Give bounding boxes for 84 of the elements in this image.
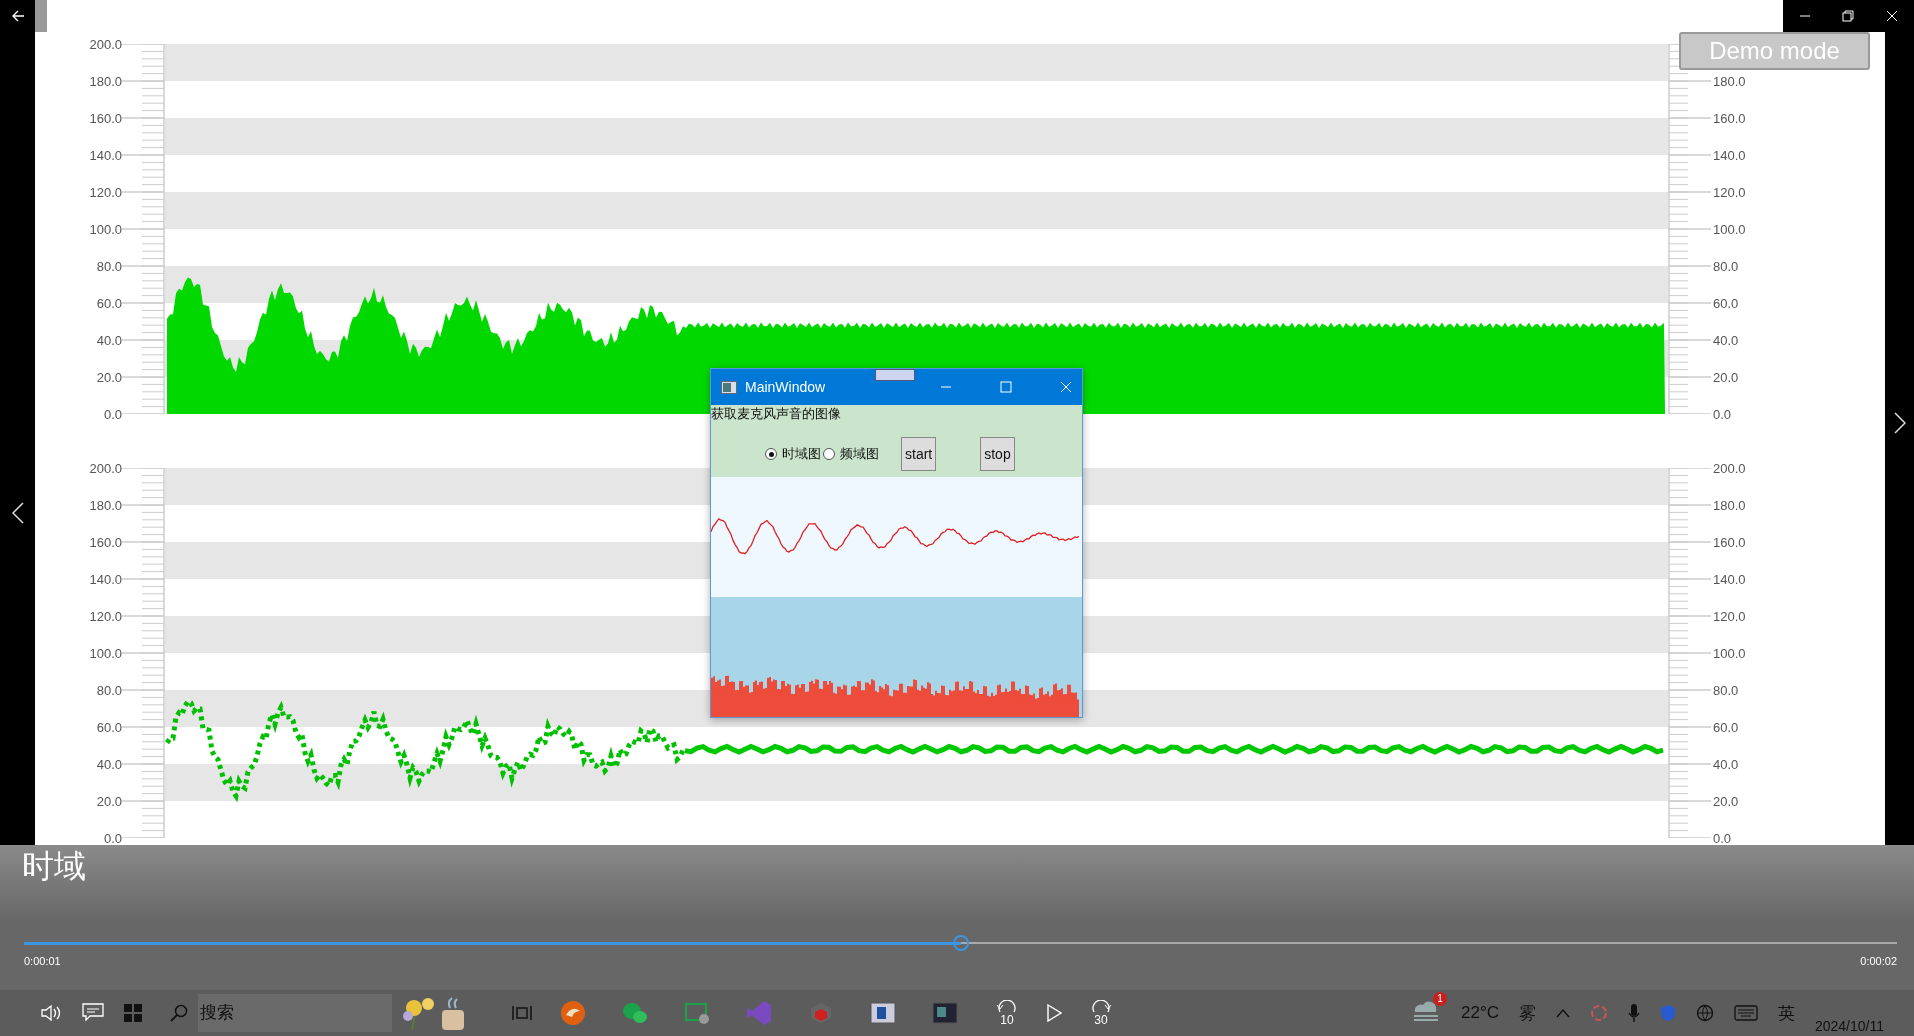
windows-icon[interactable] [124, 1004, 142, 1022]
app-icon[interactable] [932, 1001, 958, 1025]
next-icon[interactable] [1893, 411, 1906, 434]
axis-label: 20.0 [96, 792, 122, 811]
app-icon[interactable] [684, 1000, 710, 1026]
subtitles-icon[interactable] [82, 1003, 104, 1023]
app-icon [721, 380, 737, 394]
axis-label: 20.0 [1713, 368, 1739, 387]
rewind-button[interactable]: 10 [996, 1000, 1018, 1026]
axis-label: 80.0 [96, 257, 122, 276]
forward-button[interactable]: 30 [1090, 1000, 1112, 1026]
axis-label: 100.0 [1713, 220, 1746, 239]
axis-label: 80.0 [96, 681, 122, 700]
axis-label: 40.0 [1713, 755, 1739, 774]
restore-icon[interactable] [1842, 10, 1855, 22]
radio-option[interactable]: 时域图 [765, 445, 821, 463]
axis-label: 60.0 [1713, 294, 1739, 313]
grip-icon[interactable] [875, 369, 915, 381]
axis-label: 140.0 [89, 146, 122, 165]
axis-label: 160.0 [89, 533, 122, 552]
task-view-icon[interactable] [512, 1004, 532, 1022]
total-time: 0:00:02 [1860, 955, 1897, 967]
axis-label: 160.0 [89, 109, 122, 128]
swirl-icon[interactable] [1589, 1004, 1608, 1022]
weather-label: 雾 [1518, 1002, 1536, 1025]
axis-label: 140.0 [1713, 146, 1746, 165]
axis-label: 200.0 [1713, 459, 1746, 478]
axis-label: 120.0 [1713, 183, 1746, 202]
action-button[interactable]: stop [980, 437, 1015, 471]
axis-label: 200.0 [89, 35, 122, 54]
axis-label: 80.0 [1713, 257, 1739, 276]
previous-icon[interactable] [11, 502, 24, 524]
axis-label: 40.0 [96, 755, 122, 774]
keyboard-icon[interactable] [1733, 1005, 1758, 1021]
axis-label: 120.0 [1713, 607, 1746, 626]
axis-label: 100.0 [89, 220, 122, 239]
app-icon[interactable] [560, 1000, 586, 1026]
temperature-label: 22°C [1461, 1003, 1499, 1023]
axis-label: 200.0 [89, 459, 122, 478]
maximize-icon[interactable] [1000, 381, 1012, 393]
axis-label: 100.0 [1713, 644, 1746, 663]
search-icon [170, 1004, 188, 1022]
progress-thumb[interactable] [952, 935, 969, 951]
axis-label: 100.0 [89, 644, 122, 663]
axis-label: 0.0 [1713, 829, 1732, 848]
axis-label: 20.0 [1713, 792, 1739, 811]
globe-icon[interactable] [1695, 1004, 1714, 1022]
axis-label: 60.0 [1713, 718, 1739, 737]
axis-label: 80.0 [1713, 681, 1739, 700]
axis-label: 120.0 [89, 183, 122, 202]
heading-label: 获取麦克风声音的图像 [711, 405, 841, 423]
chat-icon[interactable] [622, 1000, 648, 1026]
axis-label: 60.0 [96, 718, 122, 737]
subtitle-caption: 时域 [22, 847, 86, 886]
axis-label: 140.0 [89, 570, 122, 589]
window-title: MainWindow [745, 379, 826, 395]
axis-label: 60.0 [96, 294, 122, 313]
search-field[interactable]: 搜索 [198, 994, 392, 1032]
progress-track[interactable] [24, 934, 1897, 952]
axis-label: 160.0 [1713, 533, 1746, 552]
app-icon[interactable] [870, 1001, 896, 1025]
axis-label: 140.0 [1713, 570, 1746, 589]
axis-label: 180.0 [1713, 496, 1746, 515]
microphone-icon[interactable] [1627, 1003, 1640, 1023]
play-icon[interactable] [1046, 1004, 1062, 1022]
caret-icon[interactable] [1555, 1008, 1570, 1018]
radio-option[interactable]: 频域图 [823, 445, 879, 463]
axis-label: 180.0 [1713, 72, 1746, 91]
axis-label: 160.0 [1713, 109, 1746, 128]
volume-icon[interactable] [40, 1003, 62, 1023]
axis-label: 180.0 [89, 496, 122, 515]
date-label: 2024/10/11 [1814, 1018, 1884, 1034]
close-icon[interactable] [1886, 10, 1899, 22]
axis-label: 40.0 [1713, 331, 1739, 350]
axis-label: 20.0 [96, 368, 122, 387]
axis-label: 0.0 [1713, 405, 1732, 424]
axis-label: 120.0 [89, 607, 122, 626]
axis-label: 180.0 [89, 72, 122, 91]
axis-label: 40.0 [96, 331, 122, 350]
notification-badge: 1 [1433, 992, 1447, 1006]
action-button[interactable]: start [901, 437, 937, 471]
axis-label: 0.0 [103, 405, 122, 424]
axis-label: 0.0 [103, 829, 122, 848]
elapsed-time: 0:00:01 [24, 955, 61, 967]
